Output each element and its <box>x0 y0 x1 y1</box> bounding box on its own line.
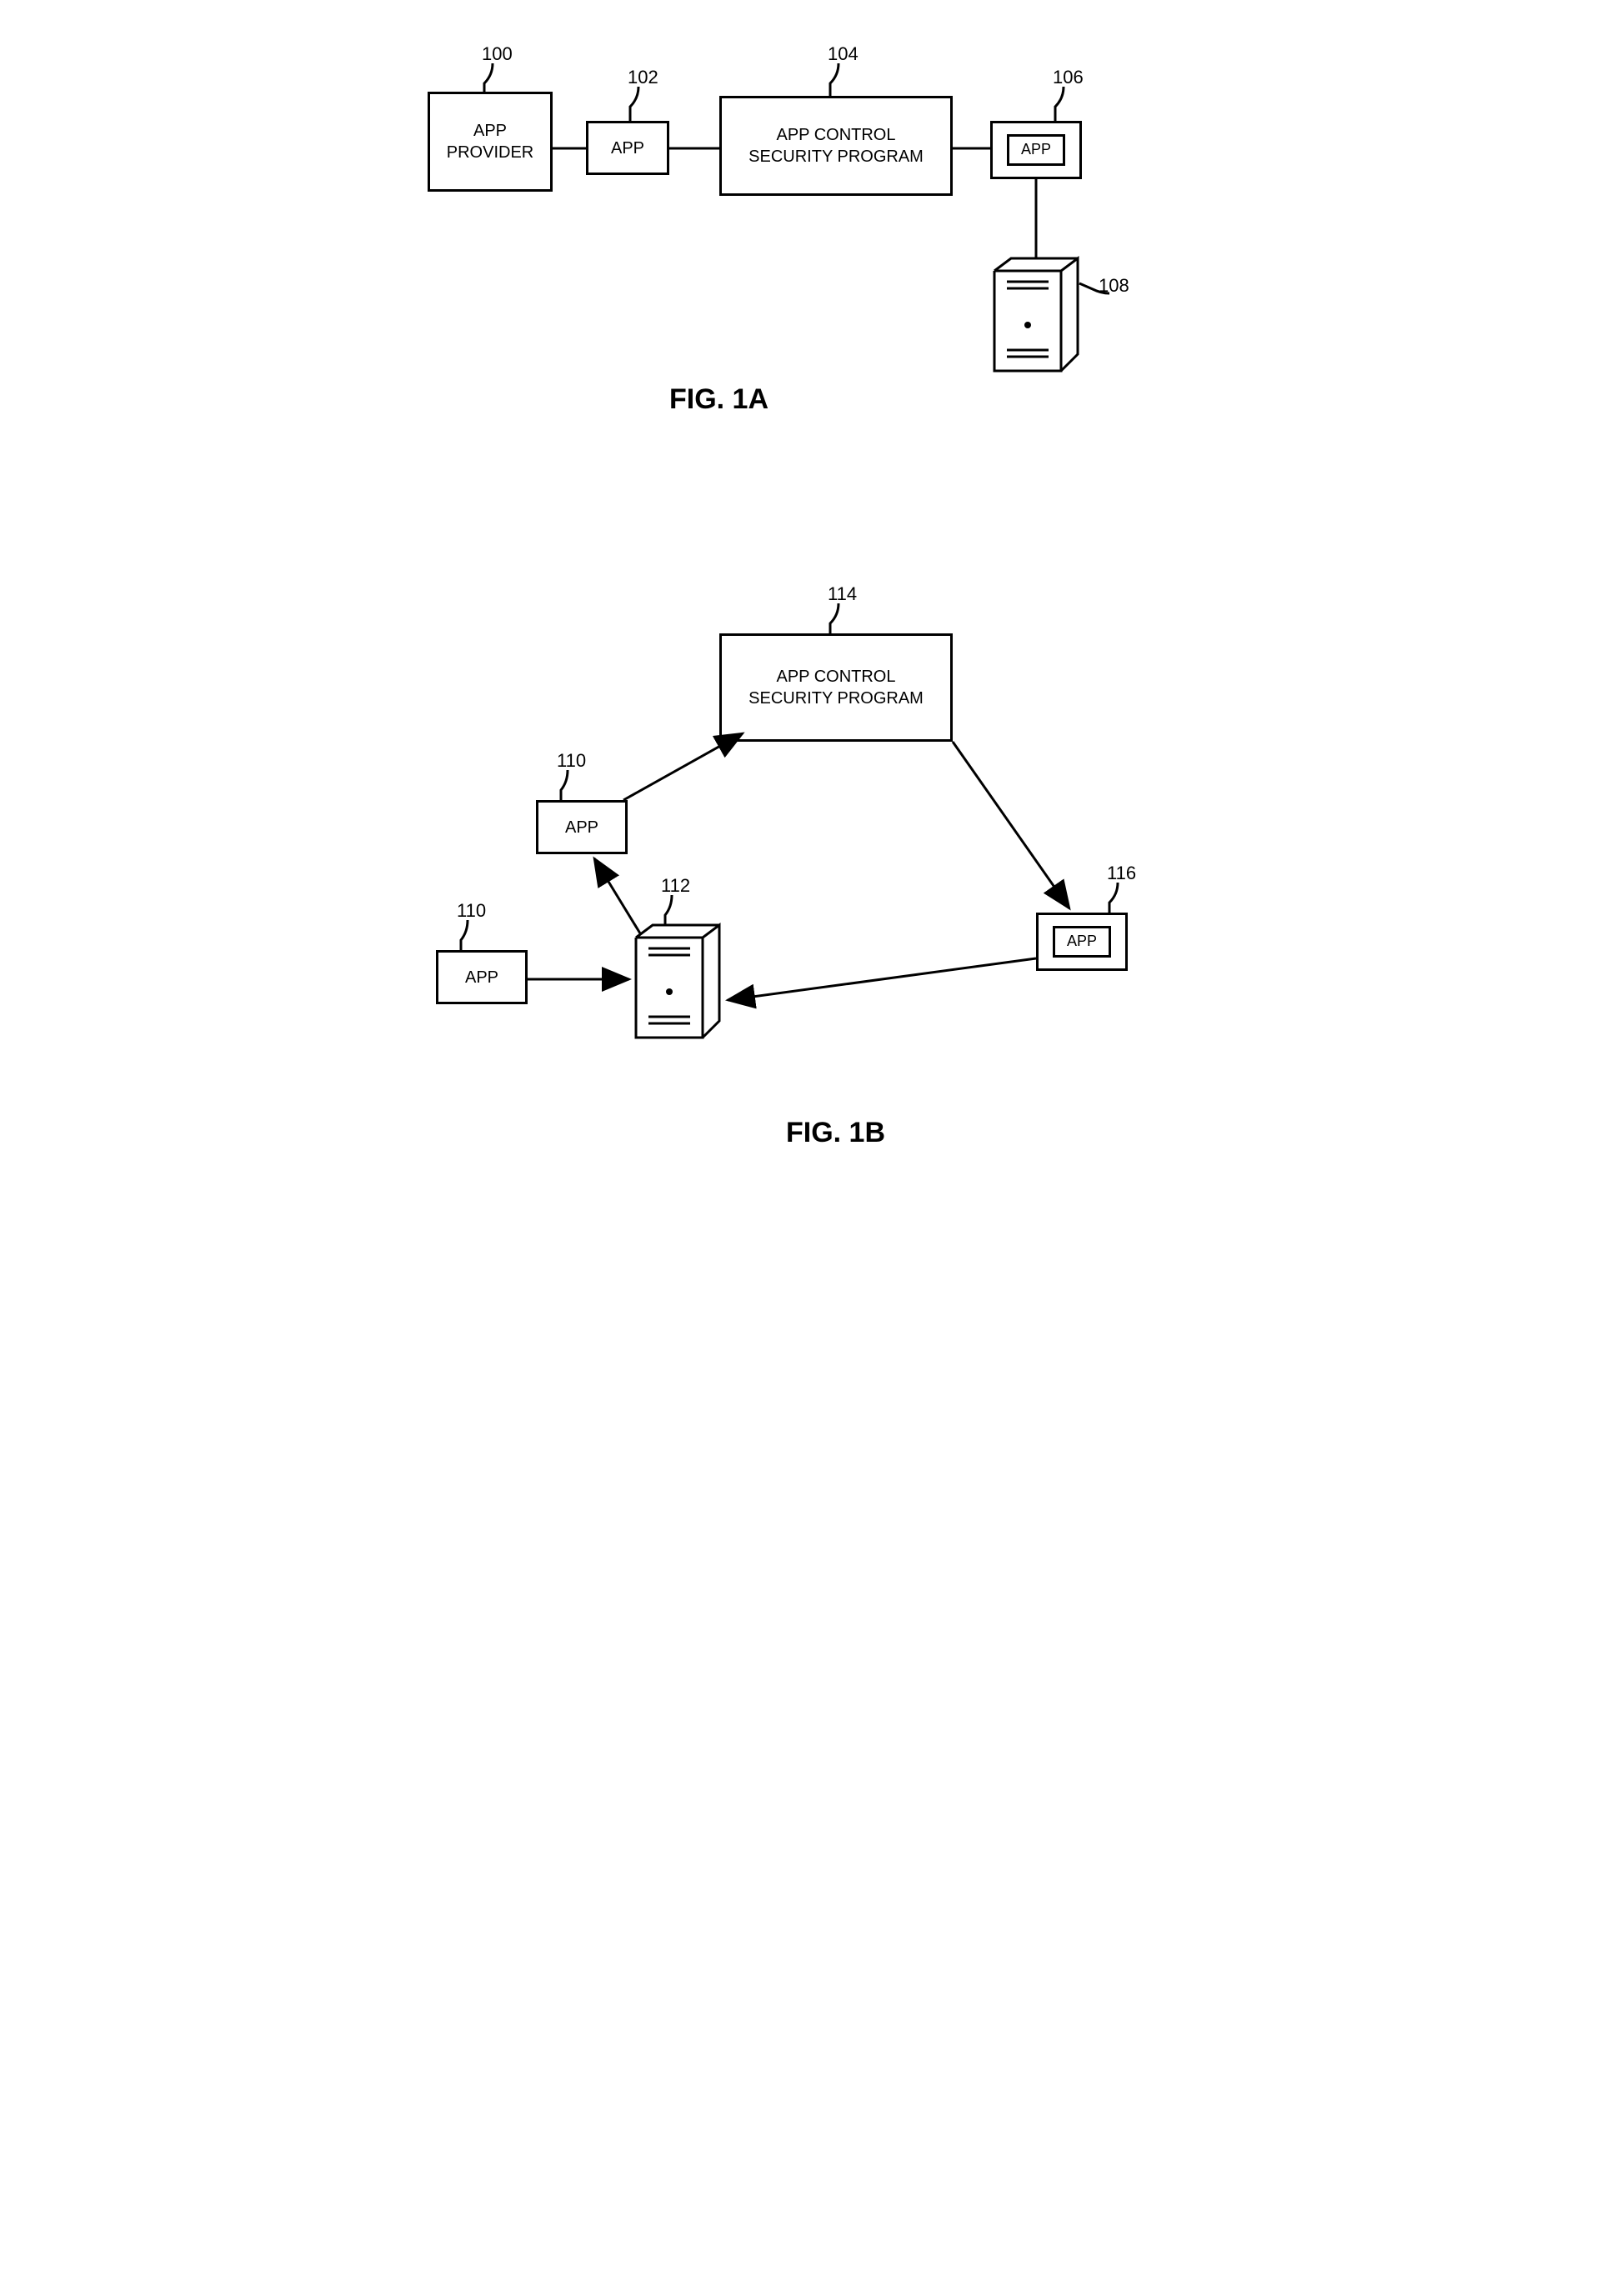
arrows-fig1b <box>394 33 1228 1200</box>
diagram-canvas: APP PROVIDER 100 APP 102 APP CONTROL SEC… <box>394 33 1228 1200</box>
fig-1b-label: FIG. 1B <box>786 1117 885 1149</box>
